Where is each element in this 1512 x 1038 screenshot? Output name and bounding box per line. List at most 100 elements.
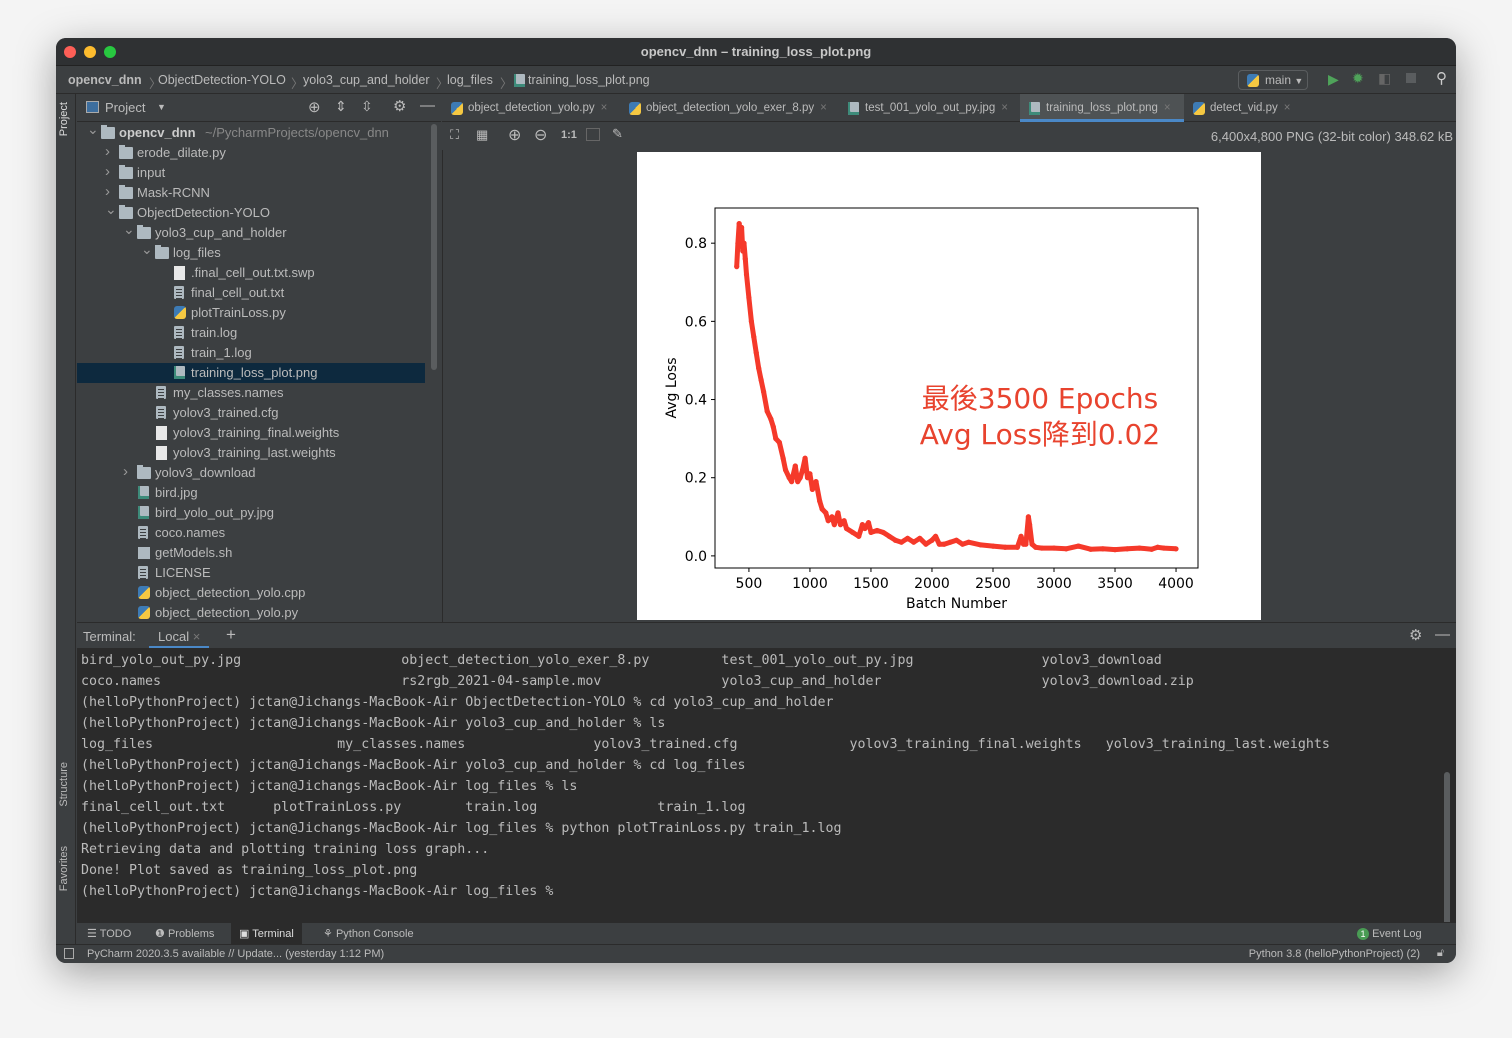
- data-point: [1088, 546, 1094, 552]
- gear-icon[interactable]: ⚙: [393, 97, 406, 115]
- status-message[interactable]: PyCharm 2020.3.5 available // Update... …: [87, 945, 384, 963]
- tab-test-001-yolo-out[interactable]: test_001_yolo_out_py.jpg ×: [839, 94, 1008, 122]
- tree-item[interactable]: › yolov3_download: [77, 463, 425, 483]
- tab-object-detection-yolo-exer-8[interactable]: object_detection_yolo_exer_8.py ×: [620, 94, 827, 122]
- lock-icon[interactable]: 🔓︎: [1437, 944, 1444, 962]
- tree-item[interactable]: train.log: [77, 323, 425, 343]
- tab-detect-vid[interactable]: detect_vid.py ×: [1184, 94, 1290, 122]
- chevron-down-icon[interactable]: ⌄: [123, 219, 135, 239]
- tree-item[interactable]: object_detection_yolo.cpp: [77, 583, 425, 603]
- chevron-down-icon[interactable]: ⌄: [105, 199, 117, 219]
- folder-icon: [101, 125, 115, 139]
- tree-item[interactable]: my_classes.names: [77, 383, 425, 403]
- terminal-output[interactable]: bird_yolo_out_py.jpg object_detection_yo…: [77, 648, 1456, 948]
- breadcrumb-item[interactable]: ObjectDetection-YOLO: [158, 73, 286, 87]
- chevron-right-icon[interactable]: ›: [123, 462, 128, 482]
- structure-tool-button[interactable]: Structure: [58, 762, 70, 807]
- new-terminal-icon[interactable]: +: [226, 625, 236, 645]
- grid-icon[interactable]: ▦: [476, 127, 488, 143]
- collapse-all-icon[interactable]: ⇳: [361, 98, 373, 115]
- terminal-tool-button[interactable]: ▣ Terminal: [231, 923, 302, 945]
- close-icon[interactable]: ×: [193, 629, 201, 644]
- breadcrumb-item[interactable]: yolo3_cup_and_holder: [303, 73, 430, 87]
- chevron-down-icon[interactable]: ⌄: [87, 119, 99, 139]
- python-icon: ⚘: [323, 928, 333, 940]
- tree-item[interactable]: › erode_dilate.py: [77, 143, 425, 163]
- tree-item-label: train_1.log: [191, 345, 252, 360]
- loss-chart: 500 1000 1500 2000 2500 3000 3500 4000 0.0 0.2 0.4…: [664, 207, 1199, 612]
- hide-icon[interactable]: —: [420, 97, 435, 114]
- tree-item[interactable]: train_1.log: [77, 343, 425, 363]
- zoom-out-icon[interactable]: ⊖: [534, 125, 547, 145]
- tree-item[interactable]: training_loss_plot.png: [77, 363, 425, 383]
- tree-item[interactable]: getModels.sh: [77, 543, 425, 563]
- breadcrumb-item[interactable]: training_loss_plot.png: [528, 73, 650, 87]
- tree-item[interactable]: LICENSE: [77, 563, 425, 583]
- project-tool-button[interactable]: Project: [58, 102, 70, 136]
- close-icon[interactable]: ×: [1284, 102, 1291, 114]
- tree-item-label: log_files: [173, 245, 221, 260]
- todo-tool-button[interactable]: ☰ TODO: [79, 923, 139, 945]
- chevron-right-icon[interactable]: ›: [105, 162, 110, 182]
- chevron-right-icon[interactable]: ›: [105, 142, 110, 162]
- locate-icon[interactable]: ⊕: [308, 98, 321, 116]
- debug-icon[interactable]: ✹: [1352, 70, 1364, 87]
- stop-icon[interactable]: [1406, 73, 1416, 83]
- terminal-tab-local[interactable]: Local ×: [149, 623, 210, 649]
- run-config-dropdown[interactable]: main ▼: [1238, 70, 1308, 90]
- warning-icon: ❶: [155, 928, 165, 940]
- tree-item[interactable]: bird.jpg: [77, 483, 425, 503]
- data-point: [809, 486, 815, 493]
- expand-all-icon[interactable]: ⇕: [335, 98, 347, 115]
- tree-item[interactable]: object_detection_yolo.py: [77, 603, 425, 623]
- data-point: [1025, 514, 1031, 520]
- data-point: [758, 377, 764, 383]
- tab-object-detection-yolo[interactable]: object_detection_yolo.py ×: [442, 94, 607, 122]
- tree-item[interactable]: yolov3_training_final.weights: [77, 423, 425, 443]
- x-tick-label: 500: [736, 576, 763, 592]
- fit-icon[interactable]: ⛶: [450, 127, 459, 143]
- breadcrumb-item[interactable]: log_files: [447, 73, 493, 87]
- tree-item[interactable]: yolov3_trained.cfg: [77, 403, 425, 423]
- tree-item[interactable]: yolov3_training_last.weights: [77, 443, 425, 463]
- data-point: [789, 479, 795, 485]
- close-icon[interactable]: ×: [820, 102, 827, 114]
- project-view-dropdown[interactable]: Project: [105, 100, 145, 115]
- zoom-in-icon[interactable]: ⊕: [508, 125, 521, 145]
- python-console-tool-button[interactable]: ⚘ Python Console: [315, 923, 422, 945]
- close-icon[interactable]: ×: [601, 102, 608, 114]
- actual-size-button[interactable]: 1:1: [561, 129, 577, 141]
- tree-item[interactable]: plotTrainLoss.py: [77, 303, 425, 323]
- gear-icon[interactable]: ⚙: [1409, 626, 1422, 644]
- problems-tool-button[interactable]: ❶ Problems: [147, 923, 222, 945]
- search-icon[interactable]: ⚲: [1436, 69, 1447, 87]
- color-picker-icon[interactable]: ✎: [612, 126, 623, 142]
- tree-item[interactable]: › Mask-RCNN: [77, 183, 425, 203]
- close-icon[interactable]: ×: [1001, 102, 1008, 114]
- chevron-down-icon[interactable]: ▼: [157, 102, 166, 112]
- event-log-tool-button[interactable]: 1 Event Log: [1349, 923, 1430, 945]
- tree-item[interactable]: final_cell_out.txt: [77, 283, 425, 303]
- x-tick-label: 3500: [1097, 576, 1133, 592]
- tree-item[interactable]: bird_yolo_out_py.jpg: [77, 503, 425, 523]
- tree-item[interactable]: ⌄ log_files: [77, 241, 425, 263]
- tree-item[interactable]: › input: [77, 163, 425, 183]
- favorites-tool-button[interactable]: Favorites: [58, 846, 70, 891]
- tree-item[interactable]: .final_cell_out.txt.swp: [77, 263, 425, 283]
- close-icon[interactable]: ×: [1164, 102, 1171, 114]
- data-point: [1161, 545, 1167, 551]
- chevron-down-icon[interactable]: ⌄: [141, 239, 153, 259]
- layout-icon[interactable]: [64, 948, 74, 959]
- background-icon[interactable]: [586, 128, 600, 141]
- tree-item[interactable]: ⌄ opencv_dnn ~/PycharmProjects/opencv_dnn: [77, 121, 425, 143]
- tab-training-loss-plot[interactable]: training_loss_plot.png ×: [1020, 94, 1184, 122]
- tree-item[interactable]: coco.names: [77, 523, 425, 543]
- coverage-icon[interactable]: ◧: [1378, 70, 1391, 87]
- tree-item[interactable]: ⌄ yolo3_cup_and_holder: [77, 221, 425, 243]
- hide-icon[interactable]: —: [1435, 626, 1450, 643]
- data-point: [1039, 545, 1045, 551]
- interpreter-status[interactable]: Python 3.8 (helloPythonProject) (2): [1249, 945, 1420, 963]
- project-scrollbar[interactable]: [431, 124, 437, 370]
- run-icon[interactable]: ▶: [1328, 71, 1339, 88]
- breadcrumb-item[interactable]: opencv_dnn: [68, 73, 142, 87]
